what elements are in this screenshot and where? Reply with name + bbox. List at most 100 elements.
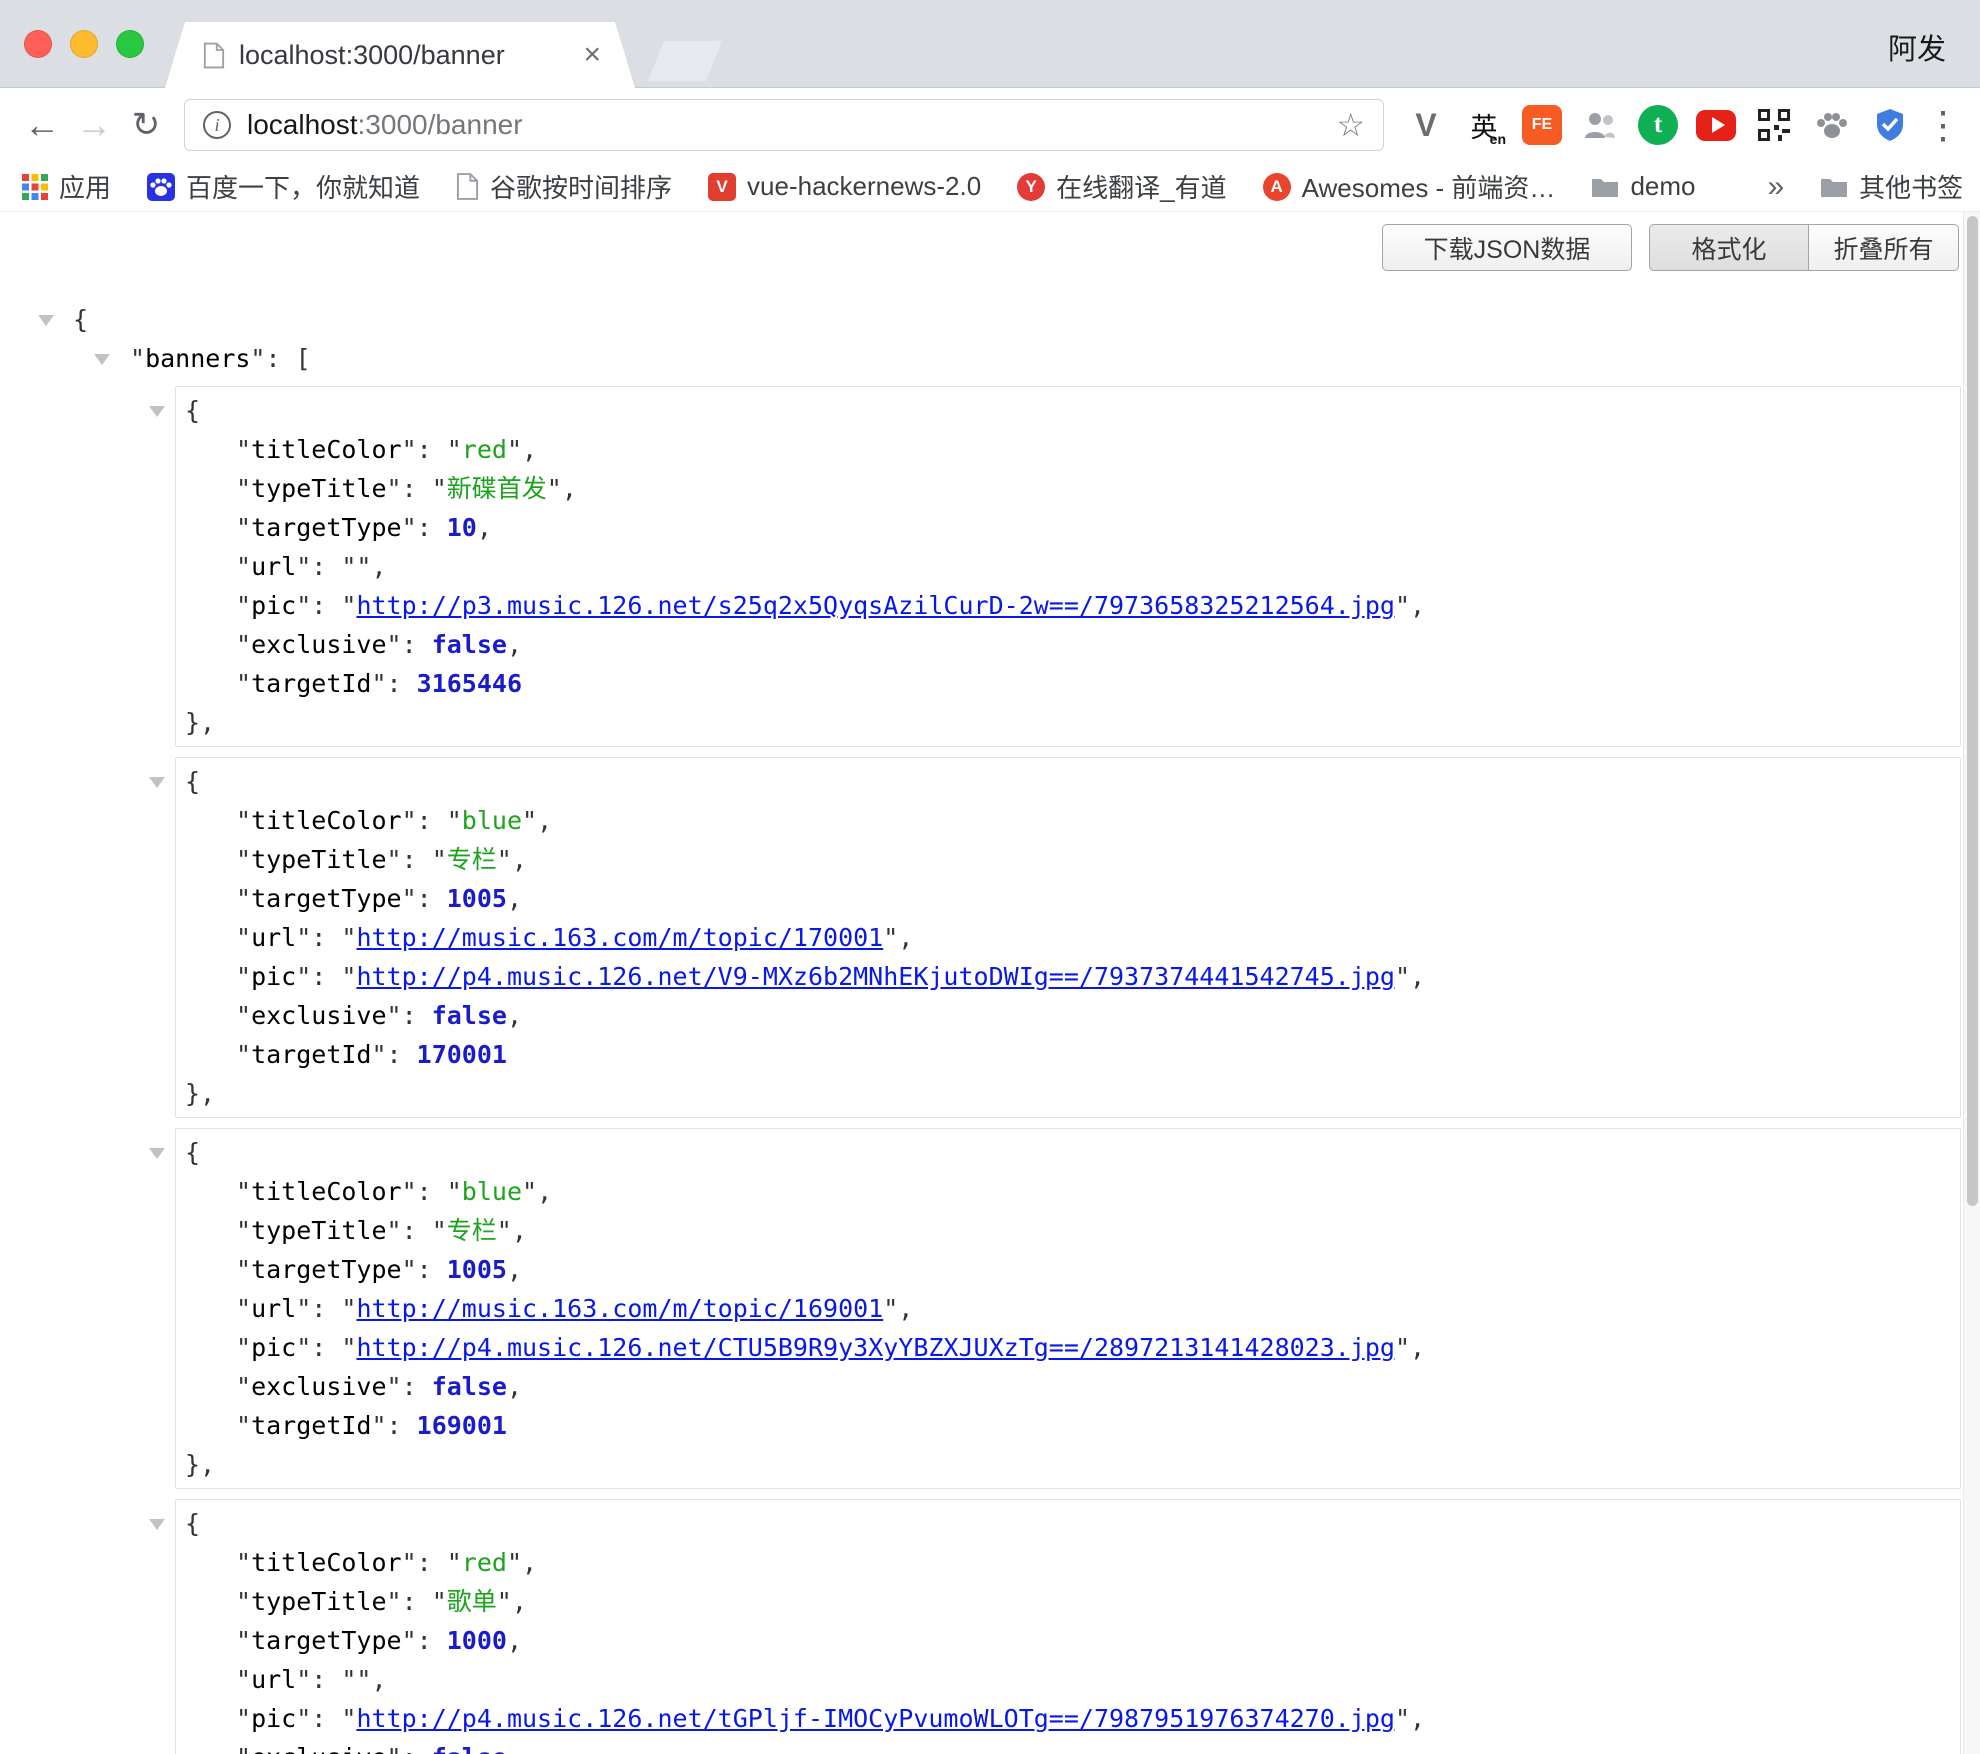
translate-extension-icon[interactable]: 英en: [1464, 105, 1504, 145]
bookmarks-bar: 应用 百度一下，你就知道 谷歌按时间排序 V vue-hackernews-2.…: [0, 162, 1980, 212]
zoom-window-button[interactable]: [116, 30, 144, 58]
json-quote: ":: [387, 474, 432, 503]
json-quote: ": [1395, 1704, 1410, 1733]
collapse-toggle-icon[interactable]: [149, 1519, 165, 1530]
json-quote: ": [236, 1255, 251, 1284]
json-quote: ":: [371, 1411, 416, 1440]
json-property-line: "titleColor": "blue",: [176, 1172, 1960, 1211]
json-quote: ": [236, 1704, 251, 1733]
json-boolean-value: false: [432, 1001, 507, 1030]
shield-check-extension-icon[interactable]: [1870, 105, 1910, 145]
json-quote: ": [497, 1587, 512, 1616]
json-quote: ": [522, 1177, 537, 1206]
json-property-line: "targetId": 169001: [176, 1406, 1960, 1445]
bookmark-star-icon[interactable]: ☆: [1336, 106, 1365, 144]
back-button[interactable]: ←: [16, 99, 68, 151]
bookmark-awesomes[interactable]: A Awesomes - 前端资…: [1263, 168, 1556, 205]
bookmark-label: 百度一下，你就知道: [186, 168, 420, 205]
profile-name[interactable]: 阿发: [1888, 26, 1946, 68]
json-quote: ":: [387, 845, 432, 874]
bookmark-youdao-translate[interactable]: Y 在线翻译_有道: [1017, 168, 1226, 205]
json-property-line: "typeTitle": "专栏",: [176, 840, 1960, 879]
green-t-extension-icon[interactable]: t: [1638, 105, 1678, 145]
format-collapse-group: 格式化 折叠所有: [1649, 224, 1959, 271]
json-controls: 下载JSON数据 格式化 折叠所有: [0, 224, 1959, 271]
youtube-extension-icon[interactable]: [1696, 110, 1736, 141]
json-property-line: "pic": "http://p3.music.126.net/s25q2x5Q…: [176, 586, 1960, 625]
json-object-block: {"titleColor": "red","typeTitle": "歌单","…: [175, 1499, 1961, 1754]
bookmark-demo-folder[interactable]: demo: [1591, 171, 1695, 202]
json-key: titleColor: [251, 806, 402, 835]
page-info-icon[interactable]: i: [203, 111, 231, 139]
json-key: url: [251, 552, 296, 581]
json-quote: ": [497, 845, 512, 874]
json-object-block: {"titleColor": "red","typeTitle": "新碟首发"…: [175, 386, 1961, 747]
bookmark-label: 应用: [59, 168, 111, 205]
json-boolean-value: false: [432, 1372, 507, 1401]
collapse-toggle-icon[interactable]: [94, 354, 110, 365]
bookmark-google-sort[interactable]: 谷歌按时间排序: [456, 168, 672, 205]
json-quote: ":: [402, 884, 447, 913]
json-property-line: "exclusive": false,: [176, 625, 1960, 664]
download-json-button[interactable]: 下载JSON数据: [1382, 224, 1632, 271]
json-quote: ":: [296, 552, 341, 581]
json-key: pic: [251, 1333, 296, 1362]
qrcode-extension-icon[interactable]: [1754, 105, 1794, 145]
json-url-link[interactable]: http://music.163.com/m/topic/170001: [356, 923, 883, 952]
json-url-link[interactable]: http://music.163.com/m/topic/169001: [356, 1294, 883, 1323]
forward-button[interactable]: →: [68, 99, 120, 151]
json-number-value: 1005: [447, 884, 507, 913]
address-bar[interactable]: i localhost:3000/banner ☆: [184, 99, 1384, 151]
bookmarks-overflow-icon[interactable]: »: [1767, 170, 1784, 204]
json-quote: ": [130, 344, 145, 373]
collapse-all-button[interactable]: 折叠所有: [1809, 224, 1959, 271]
minimize-window-button[interactable]: [70, 30, 98, 58]
vimium-extension-icon[interactable]: V: [1406, 105, 1446, 145]
json-property-line: "titleColor": "red",: [176, 430, 1960, 469]
bookmark-baidu[interactable]: 百度一下，你就知道: [147, 168, 420, 205]
json-key: exclusive: [251, 1743, 386, 1754]
json-quote: ": [341, 1333, 356, 1362]
json-brace: },: [185, 1450, 215, 1479]
bookmark-label: Awesomes - 前端资…: [1302, 168, 1556, 205]
bookmark-vue-hackernews[interactable]: V vue-hackernews-2.0: [708, 171, 981, 202]
fehelper-extension-icon[interactable]: FE: [1522, 105, 1562, 145]
collapse-toggle-icon[interactable]: [149, 1148, 165, 1159]
json-url-link[interactable]: http://p3.music.126.net/s25q2x5QyqsAzilC…: [356, 591, 1395, 620]
collapse-toggle-icon[interactable]: [149, 777, 165, 788]
json-boolean-value: false: [432, 630, 507, 659]
json-quote: ":: [387, 1372, 432, 1401]
json-quote: ":: [402, 513, 447, 542]
browser-tab[interactable]: localhost:3000/banner ×: [165, 22, 635, 88]
other-bookmarks[interactable]: 其他书签: [1820, 168, 1963, 205]
new-tab-button[interactable]: [648, 41, 722, 81]
browser-menu-icon[interactable]: ⋮: [1920, 99, 1966, 151]
tab-close-icon[interactable]: ×: [583, 40, 601, 70]
baidu-paw-icon: [147, 173, 175, 201]
json-url-link[interactable]: http://p4.music.126.net/V9-MXz6b2MNhEKju…: [356, 962, 1395, 991]
json-key: targetId: [251, 1040, 371, 1069]
collapse-toggle-icon[interactable]: [149, 406, 165, 417]
json-property-line: "titleColor": "red",: [176, 1543, 1960, 1582]
close-window-button[interactable]: [24, 30, 52, 58]
reload-button[interactable]: ↻: [120, 99, 172, 151]
scrollbar-thumb[interactable]: [1967, 216, 1978, 1206]
json-quote: ": [236, 1548, 251, 1577]
apps-grid-icon: [22, 174, 48, 200]
json-comma: ,: [522, 435, 537, 464]
json-comma: ,: [512, 1587, 527, 1616]
json-url-link[interactable]: http://p4.music.126.net/CTU5B9R9y3XyYBZX…: [356, 1333, 1395, 1362]
json-key: targetType: [251, 513, 402, 542]
bookmark-apps[interactable]: 应用: [22, 168, 111, 205]
window-controls: [24, 30, 144, 58]
json-property-line: "url": "http://music.163.com/m/topic/170…: [176, 918, 1960, 957]
paw-extension-icon[interactable]: [1812, 105, 1852, 145]
json-quote: ":: [387, 1587, 432, 1616]
json-url-link[interactable]: http://p4.music.126.net/tGPljf-IMOCyPvum…: [356, 1704, 1395, 1733]
json-key: exclusive: [251, 1372, 386, 1401]
json-quote: ": [1395, 962, 1410, 991]
json-comma: ,: [898, 923, 913, 952]
format-button[interactable]: 格式化: [1649, 224, 1809, 271]
accounts-extension-icon[interactable]: [1580, 105, 1620, 145]
collapse-toggle-icon[interactable]: [38, 315, 54, 326]
